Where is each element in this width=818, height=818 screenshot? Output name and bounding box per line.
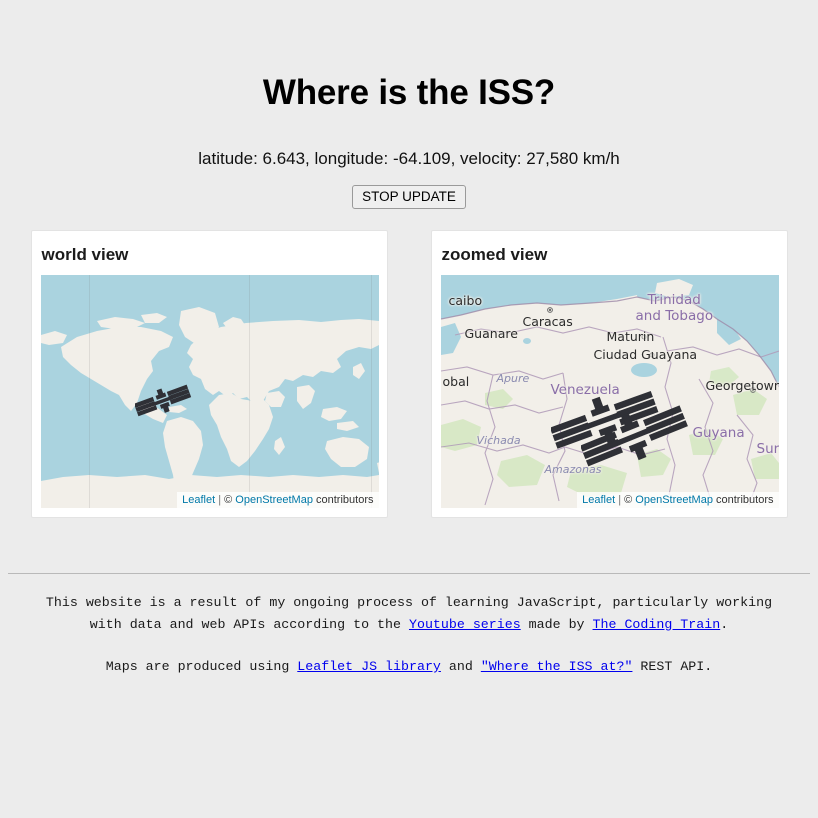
world-map[interactable]: Leaflet | © OpenStreetMap contributors [40,274,379,508]
openstreetmap-link[interactable]: OpenStreetMap [235,494,313,506]
card-title-zoomed-view: zoomed view [441,244,548,264]
attribution-separator: | [218,493,222,506]
card-title-world-view: world view [41,244,129,264]
attribution-separator: | [618,493,622,506]
zoomed-map[interactable]: caibo Caracas Trinidad and Tobago Guanare Mat… [440,274,779,508]
leaflet-link[interactable]: Leaflet [582,494,615,506]
footer-text-1b: made by [520,616,593,632]
page-title: Where is the ISS? [262,73,556,112]
telemetry-readout: latitude: 6.643, longitude: -64.109, vel… [198,148,620,168]
attribution-copyright: © [624,493,633,506]
footer-line-2: Maps are produced using Leaflet JS libra… [0,656,818,678]
attribution-suffix: contributors [716,493,774,506]
footer-text-2a: Maps are produced using [105,659,298,674]
youtube-series-link[interactable]: Youtube series [409,617,521,632]
openstreetmap-link[interactable]: OpenStreetMap [635,494,713,506]
map-cards-row: world view Leaflet | © OpenStreetMap con… [0,229,818,518]
attribution-copyright: © [224,493,233,506]
zoomed-map-tiles [440,274,779,508]
page-header: Where is the ISS? latitude: 6.643, longi… [0,0,818,209]
footer-line-1: This website is a result of my ongoing p… [0,592,818,635]
card-world-view: world view Leaflet | © OpenStreetMap con… [30,229,388,518]
stop-update-button-wrap: STOP UPDATE [0,184,818,209]
attribution-suffix: contributors [316,493,374,506]
footer-text-1c: . [720,616,729,632]
footer-divider [8,573,810,574]
world-map-attribution: Leaflet | © OpenStreetMap contributors [177,491,379,508]
iss-tracker-page: Where is the ISS? latitude: 6.643, longi… [0,0,818,818]
world-map-tiles [40,274,379,508]
zoomed-map-attribution: Leaflet | © OpenStreetMap contributors [577,491,779,508]
leaflet-link[interactable]: Leaflet [182,494,215,506]
footer-text-2b: and [440,659,481,674]
coding-train-link[interactable]: The Coding Train [593,617,721,632]
leaflet-library-link[interactable]: Leaflet JS library [297,659,441,674]
page-footer: This website is a result of my ongoing p… [0,592,818,678]
stop-update-button[interactable]: STOP UPDATE [352,184,466,209]
footer-text-2c: REST API. [632,659,713,674]
card-zoomed-view: zoomed view caibo Caracas Trinidad and T… [430,229,788,518]
iss-api-link[interactable]: "Where the ISS at?" [481,659,633,674]
